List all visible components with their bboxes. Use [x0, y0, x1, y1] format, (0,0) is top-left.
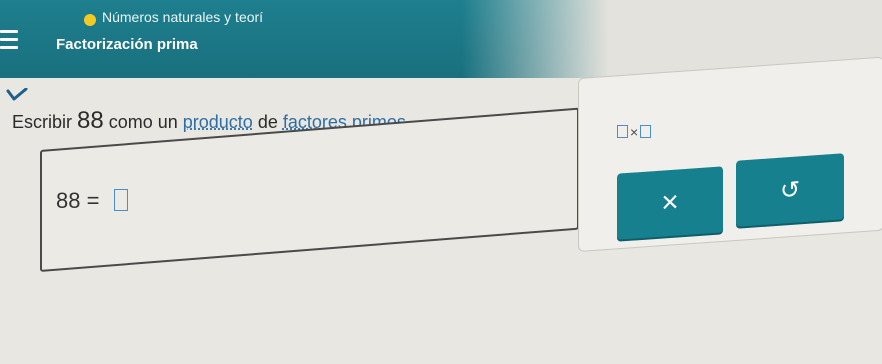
chevron-down-icon[interactable]: [6, 88, 28, 102]
link-producto[interactable]: producto: [183, 112, 253, 132]
target-number: 88: [77, 107, 104, 134]
menu-icon[interactable]: [0, 30, 18, 50]
multiplication-template-button[interactable]: ×: [617, 124, 652, 140]
close-icon: ×: [661, 185, 679, 220]
undo-icon: ↺: [779, 175, 801, 205]
equation-lhs: 88: [56, 188, 81, 213]
template-times-symbol: ×: [630, 124, 639, 140]
clear-button[interactable]: ×: [617, 166, 723, 240]
topic-status-dot: [84, 14, 96, 26]
template-slot-right: [640, 125, 652, 138]
undo-button[interactable]: ↺: [736, 153, 844, 227]
answer-equation: 88 =: [56, 188, 128, 214]
template-slot-left: [617, 125, 628, 138]
topic-title: Números naturales y teorí: [102, 9, 264, 25]
equals-sign: =: [86, 188, 100, 213]
subtopic-title: Factorización prima: [56, 36, 198, 53]
answer-input-slot[interactable]: [113, 189, 128, 211]
